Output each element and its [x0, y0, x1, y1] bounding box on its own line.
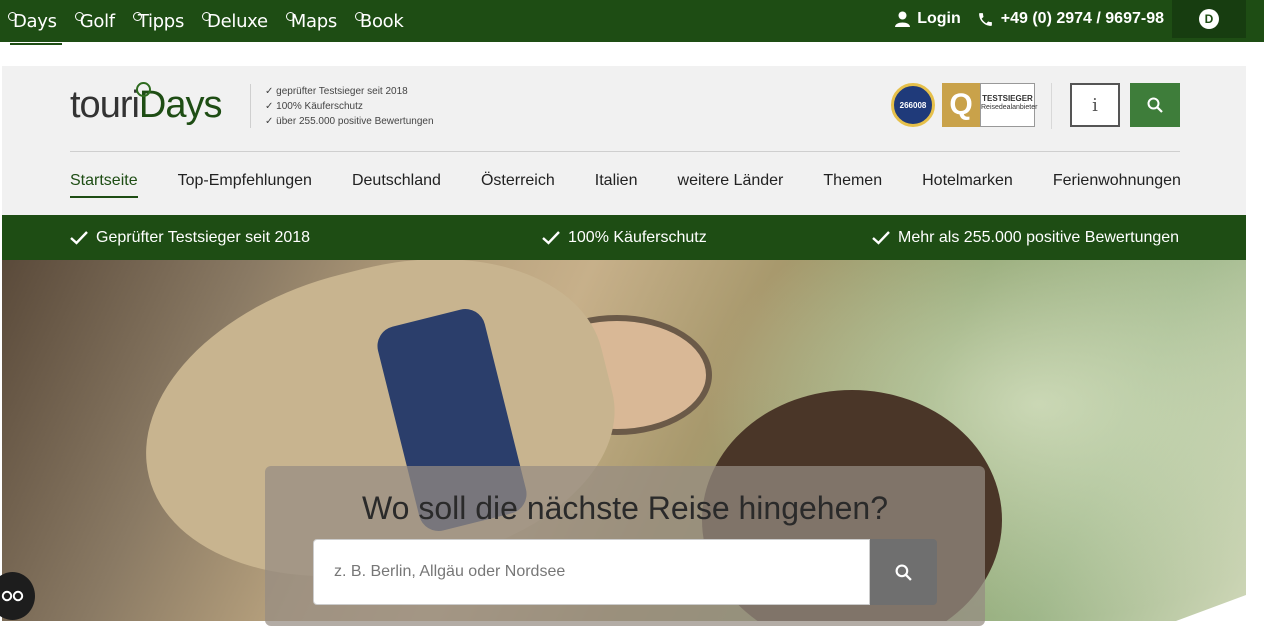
brand-link-golf[interactable]: Golf [74, 11, 115, 32]
glasses-icon [1, 590, 23, 602]
header-divider [1051, 83, 1052, 129]
benefit-item: Geprüfter Testsieger seit 2018 [70, 215, 310, 260]
quality-seal[interactable]: Q [942, 83, 980, 127]
trust-point: über 255.000 positive Bewertungen [265, 114, 433, 129]
brand-link-days[interactable]: Days [8, 11, 57, 32]
benefit-item: 100% Käuferschutz [542, 215, 707, 260]
brand-link-tipps[interactable]: Tipps [132, 11, 184, 32]
brand-links: Days Golf Tipps Deluxe Maps Book [8, 0, 404, 42]
header-search-button[interactable] [1130, 83, 1180, 127]
phone-icon [978, 12, 992, 26]
site-logo[interactable]: touriDays [70, 82, 223, 127]
trust-list: geprüfter Testsieger seit 2018 100% Käuf… [265, 84, 434, 129]
testsieger-title: TESTSIEGER [982, 94, 1033, 103]
brand-badge-icon: D [1199, 9, 1219, 29]
account-badge[interactable]: D [1172, 0, 1246, 38]
hero-search-panel: Wo soll die nächste Reise hingehen? [265, 466, 985, 626]
hero-corner [1176, 595, 1246, 621]
trust-point: 100% Käuferschutz [265, 99, 434, 114]
nav-item-themen[interactable]: Themen [823, 172, 882, 198]
destination-search-input[interactable] [313, 539, 870, 605]
benefit-text: Mehr als 255.000 positive Bewertungen [898, 228, 1180, 246]
top-right-actions: Login +49 (0) 2974 / 9697-98 [895, 0, 1164, 38]
destination-search-button[interactable] [870, 539, 937, 605]
logo-divider [250, 84, 251, 128]
hero-title: Wo soll die nächste Reise hingehen? [362, 490, 888, 526]
brand-link-maps[interactable]: Maps [285, 11, 337, 32]
nav-item-ferienwohnungen[interactable]: Ferienwohnungen [1053, 172, 1181, 198]
nav-item-top-empfehlungen[interactable]: Top-Empfehlungen [178, 172, 312, 198]
brand-link-book[interactable]: Book [354, 11, 404, 32]
benefit-text: 100% Käuferschutz [568, 228, 707, 246]
brand-link-deluxe[interactable]: Deluxe [202, 11, 268, 32]
testsieger-seal[interactable]: TESTSIEGER Reisedealanbieter [980, 83, 1038, 127]
login-label: Login [917, 10, 961, 27]
benefit-bar: Geprüfter Testsieger seit 2018 100% Käuf… [2, 215, 1246, 260]
login-link[interactable]: Login [895, 10, 961, 28]
nav-item-deutschland[interactable]: Deutschland [352, 172, 441, 198]
site-header: touriDays geprüfter Testsieger seit 2018… [2, 66, 1246, 216]
search-icon [895, 564, 912, 581]
logo-text-touri: touri [70, 84, 140, 126]
info-button[interactable]: i [1070, 83, 1120, 127]
logo-text-days: Days [138, 84, 223, 126]
nav-item-oesterreich[interactable]: Österreich [481, 172, 555, 198]
benefit-item: Mehr als 255.000 positive Bewertungen [872, 215, 1179, 260]
check-icon [542, 230, 560, 245]
phone-link[interactable]: +49 (0) 2974 / 9697-98 [977, 10, 1164, 28]
nav-item-hotelmarken[interactable]: Hotelmarken [922, 172, 1013, 198]
phone-number: +49 (0) 2974 / 9697-98 [1000, 10, 1164, 27]
header-separator [70, 151, 1180, 152]
benefit-text: Geprüfter Testsieger seit 2018 [96, 228, 311, 246]
review-seal[interactable]: 266008 [891, 83, 935, 127]
user-icon [895, 11, 911, 27]
nav-item-italien[interactable]: Italien [595, 172, 638, 198]
check-icon [70, 230, 88, 245]
check-icon [872, 230, 890, 245]
top-bar: Days Golf Tipps Deluxe Maps Book Login +… [0, 0, 1264, 42]
nav-item-weitere-laender[interactable]: weitere Länder [678, 172, 784, 198]
active-brand-indicator [10, 43, 62, 45]
main-nav: Startseite Top-Empfehlungen Deutschland … [70, 172, 1181, 198]
logo-mark-icon [136, 82, 151, 97]
search-icon [1147, 97, 1163, 113]
testsieger-subtitle: Reisedealanbieter [981, 104, 1038, 111]
trust-point: geprüfter Testsieger seit 2018 [265, 84, 434, 99]
nav-item-startseite[interactable]: Startseite [70, 172, 138, 198]
